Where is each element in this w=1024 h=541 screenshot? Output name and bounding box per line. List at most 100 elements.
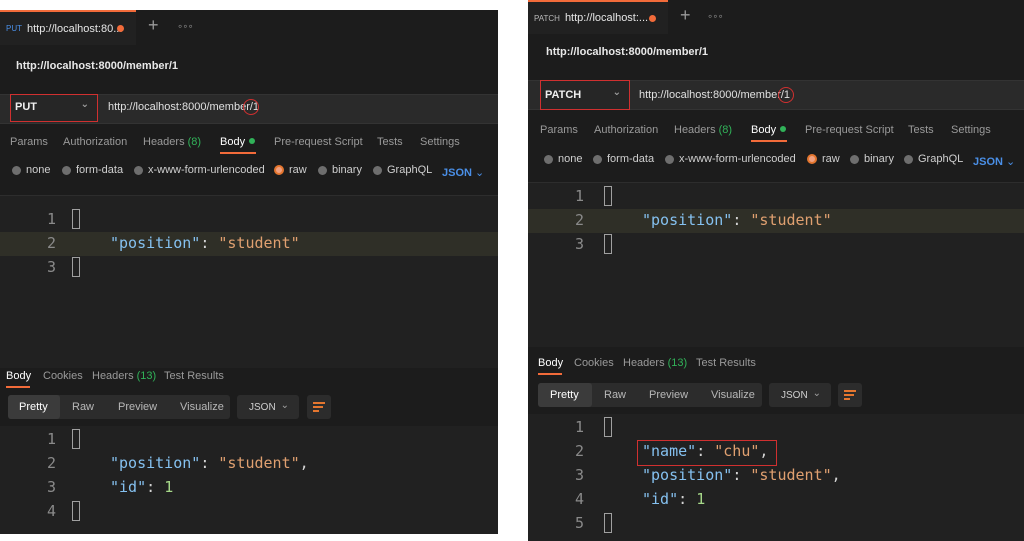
- radio-urlencoded[interactable]: x-www-form-urlencoded: [134, 164, 265, 176]
- id-highlight-circle: [778, 87, 794, 103]
- resp-tab-body[interactable]: Body: [6, 370, 31, 382]
- response-body-viewer: 1 2 "name": "chu", 3 "position": "studen…: [528, 414, 1024, 541]
- url-input[interactable]: http://localhost:8000/member/1: [639, 89, 790, 101]
- fold-bracket-icon: [72, 209, 80, 229]
- wrap-icon[interactable]: [307, 395, 331, 419]
- request-tab[interactable]: PATCH http://localhost:...: [528, 0, 668, 34]
- tab-authorization[interactable]: Authorization: [594, 124, 658, 136]
- code-line: 2 "position": "student": [0, 232, 498, 256]
- wrap-icon[interactable]: [838, 383, 862, 407]
- code-line: 1: [528, 185, 1024, 209]
- fold-bracket-icon: [72, 429, 80, 449]
- radio-binary[interactable]: binary: [850, 153, 894, 165]
- fold-bracket-icon: [604, 186, 612, 206]
- plus-icon[interactable]: +: [148, 15, 159, 36]
- plus-icon[interactable]: +: [680, 5, 691, 26]
- resp-tab-headers[interactable]: Headers (13): [623, 357, 687, 369]
- active-tab-underline: [538, 373, 562, 375]
- code-line: 4 "id": 1: [574, 490, 706, 508]
- code-line: 2 "position": "student",: [46, 454, 309, 472]
- tab-method: PUT: [6, 24, 22, 33]
- chevron-down-icon: ⌄: [80, 99, 89, 110]
- status-dot-icon: [249, 138, 256, 144]
- radio-urlencoded[interactable]: x-www-form-urlencoded: [665, 153, 796, 165]
- tab-label: http://localhost:...: [564, 12, 649, 24]
- radio-form-data[interactable]: form-data: [593, 153, 654, 165]
- request-title: http://localhost:8000/member/1: [546, 46, 708, 58]
- request-body-editor[interactable]: 1 2 "position": "student" 3: [0, 195, 498, 368]
- tab-body[interactable]: Body: [751, 124, 787, 136]
- view-pretty[interactable]: Pretty: [19, 401, 48, 413]
- code-line: 2 "position": "student": [528, 209, 1024, 233]
- url-input[interactable]: http://localhost:8000/member/1: [108, 101, 259, 113]
- patch-request-panel: PATCH http://localhost:... + ◦◦◦ http://…: [528, 0, 1024, 541]
- resp-tab-test-results[interactable]: Test Results: [696, 357, 756, 369]
- radio-binary[interactable]: binary: [318, 164, 362, 176]
- radio-none[interactable]: none: [12, 164, 50, 176]
- method-select[interactable]: PATCH ⌄: [540, 80, 630, 110]
- body-format-select[interactable]: JSON ⌄: [973, 155, 1015, 168]
- radio-none[interactable]: none: [544, 153, 582, 165]
- name-highlight-box: [637, 440, 777, 466]
- status-dot-icon: [780, 126, 787, 132]
- response-format-select[interactable]: JSON ⌄: [237, 395, 299, 419]
- tab-params[interactable]: Params: [10, 136, 48, 148]
- code-line: 4: [0, 500, 498, 524]
- view-preview[interactable]: Preview: [118, 401, 157, 413]
- code-line: 3 "position": "student",: [574, 466, 841, 484]
- fold-bracket-icon: [604, 234, 612, 254]
- radio-form-data[interactable]: form-data: [62, 164, 123, 176]
- code-line: 5: [528, 512, 1024, 536]
- view-mode-segment: Pretty Raw Preview Visualize: [8, 395, 230, 419]
- code-line: 1: [0, 208, 498, 232]
- chevron-down-icon: ⌄: [812, 388, 821, 399]
- resp-tab-test-results[interactable]: Test Results: [164, 370, 224, 382]
- view-pretty[interactable]: Pretty: [550, 389, 579, 401]
- view-visualize[interactable]: Visualize: [711, 389, 755, 401]
- tab-headers[interactable]: Headers (8): [143, 136, 201, 148]
- radio-graphql[interactable]: GraphQL: [373, 164, 432, 176]
- tab-label: http://localhost:80...: [27, 22, 123, 35]
- radio-graphql[interactable]: GraphQL: [904, 153, 963, 165]
- fold-bracket-icon: [72, 501, 80, 521]
- radio-raw[interactable]: raw: [807, 153, 840, 165]
- view-visualize[interactable]: Visualize: [180, 401, 224, 413]
- resp-tab-cookies[interactable]: Cookies: [574, 357, 614, 369]
- tab-settings[interactable]: Settings: [951, 124, 991, 136]
- method-select[interactable]: PUT ⌄: [10, 94, 98, 122]
- tab-authorization[interactable]: Authorization: [63, 136, 127, 148]
- tab-prerequest[interactable]: Pre-request Script: [274, 136, 363, 148]
- request-title: http://localhost:8000/member/1: [16, 60, 178, 72]
- tab-tests[interactable]: Tests: [908, 124, 934, 136]
- response-body-viewer: 1 2 "position": "student", 3 "id": 1 4: [0, 426, 498, 534]
- unsaved-dot-icon: [649, 15, 656, 22]
- tab-method: PATCH: [534, 13, 560, 23]
- view-preview[interactable]: Preview: [649, 389, 688, 401]
- radio-raw[interactable]: raw: [274, 164, 307, 176]
- resp-tab-cookies[interactable]: Cookies: [43, 370, 83, 382]
- code-line: 1: [0, 428, 498, 452]
- request-body-editor[interactable]: 1 2 "position": "student" 3: [528, 182, 1024, 347]
- resp-tab-body[interactable]: Body: [538, 357, 563, 369]
- tab-prerequest[interactable]: Pre-request Script: [805, 124, 894, 136]
- view-raw[interactable]: Raw: [72, 401, 94, 413]
- tab-body[interactable]: Body: [220, 136, 256, 148]
- active-tab-underline: [220, 152, 256, 154]
- response-format-select[interactable]: JSON ⌄: [769, 383, 831, 407]
- more-icon[interactable]: ◦◦◦: [708, 9, 724, 23]
- tab-headers[interactable]: Headers (8): [674, 124, 732, 136]
- view-raw[interactable]: Raw: [604, 389, 626, 401]
- body-format-select[interactable]: JSON ⌄: [442, 166, 484, 179]
- code-line: 1: [528, 416, 1024, 440]
- fold-bracket-icon: [604, 417, 612, 437]
- tab-tests[interactable]: Tests: [377, 136, 403, 148]
- request-tab[interactable]: PUT http://localhost:80...: [0, 10, 136, 45]
- tab-settings[interactable]: Settings: [420, 136, 460, 148]
- fold-bracket-icon: [72, 257, 80, 277]
- put-request-panel: PUT http://localhost:80... + ◦◦◦ http://…: [0, 10, 498, 534]
- resp-tab-headers[interactable]: Headers (13): [92, 370, 156, 382]
- tab-params[interactable]: Params: [540, 124, 578, 136]
- more-icon[interactable]: ◦◦◦: [178, 19, 194, 33]
- method-value: PUT: [15, 101, 37, 113]
- tab-bar: PUT http://localhost:80... + ◦◦◦: [0, 10, 498, 46]
